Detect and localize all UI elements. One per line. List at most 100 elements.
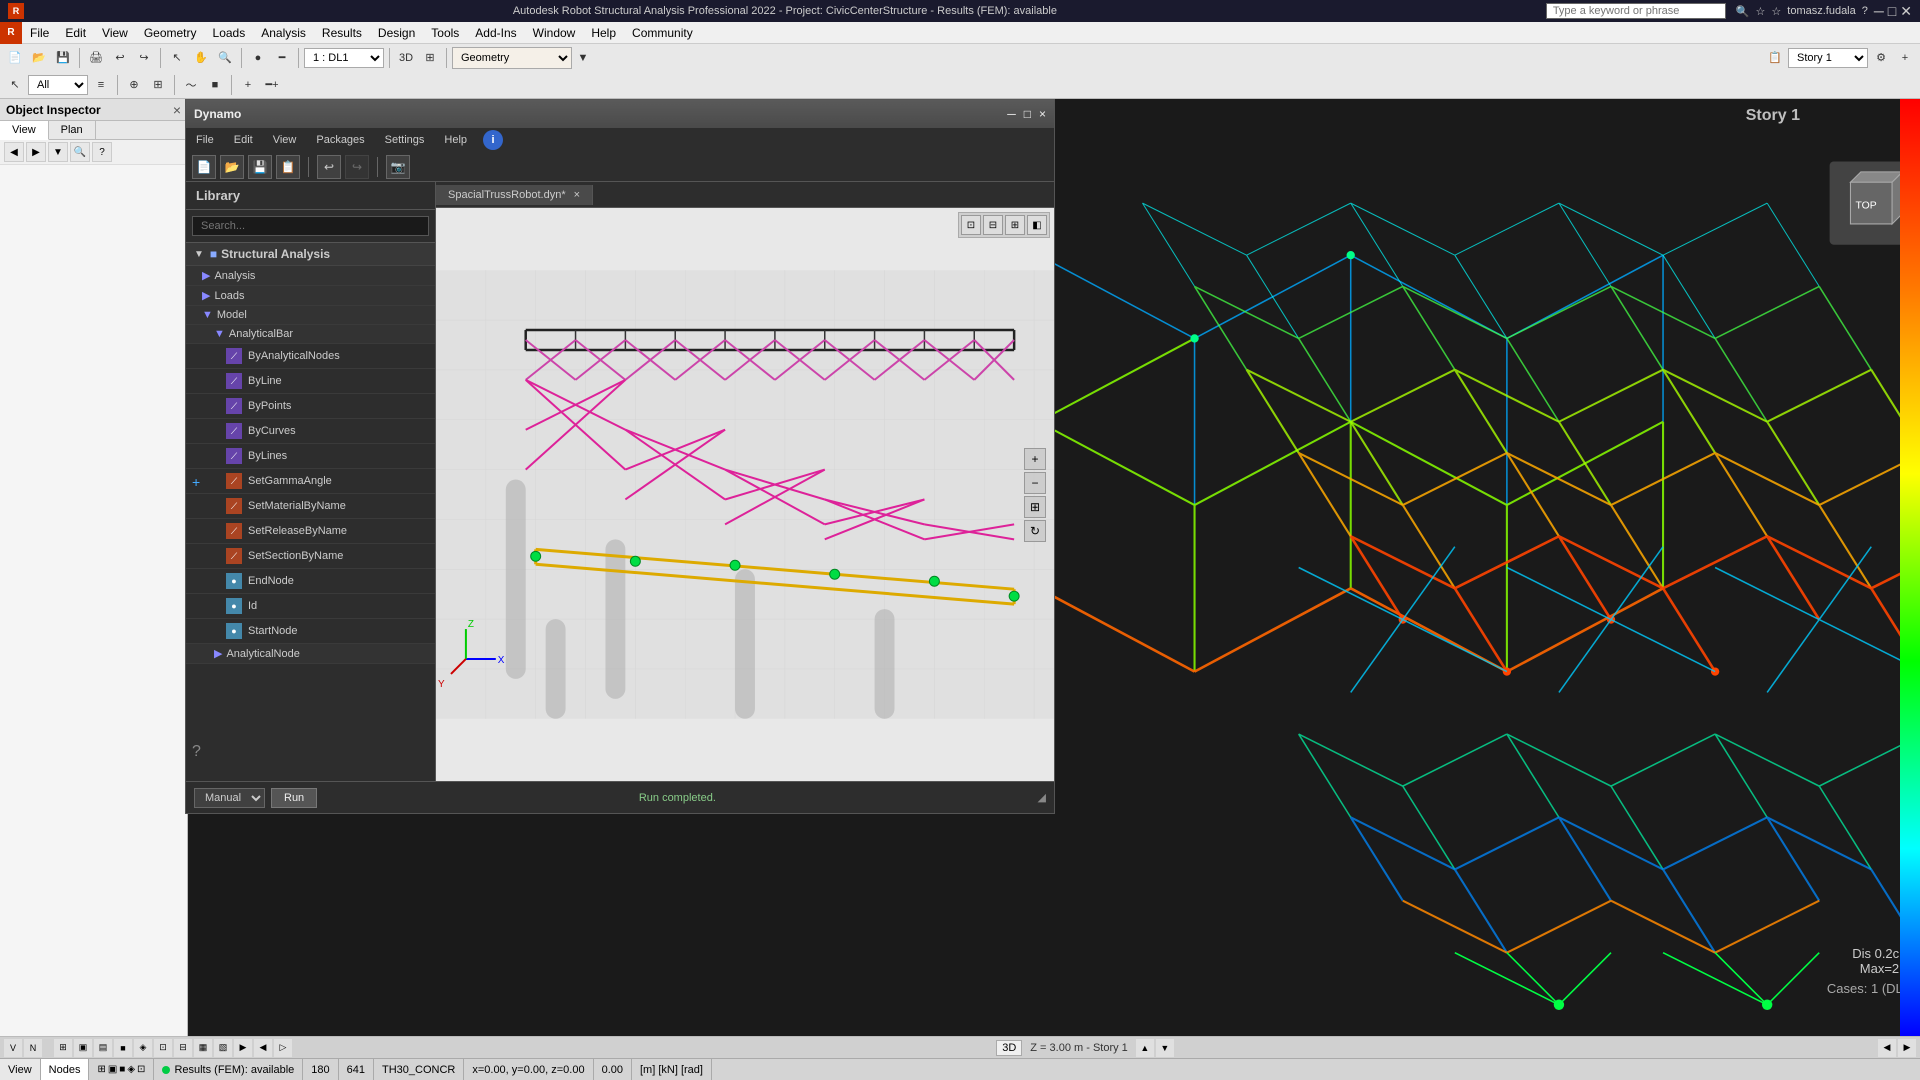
- bt5[interactable]: ◈: [134, 1039, 152, 1057]
- lib-item-bycurves[interactable]: ⟋ ByCurves: [186, 419, 435, 444]
- menu-geometry[interactable]: Geometry: [136, 24, 205, 42]
- view-icon[interactable]: V: [4, 1039, 22, 1057]
- si5[interactable]: ⊡: [137, 1064, 145, 1075]
- nav-up-btn[interactable]: +: [1024, 448, 1046, 470]
- dyn-screenshot-btn[interactable]: 📷: [386, 155, 410, 179]
- bt7[interactable]: ⊟: [174, 1039, 192, 1057]
- dynamo-search-input[interactable]: [192, 216, 429, 236]
- dynamo-tab-file[interactable]: SpacialTrussRobot.dyn* ×: [436, 185, 593, 205]
- nav-rotate-btn[interactable]: ↻: [1024, 520, 1046, 542]
- z-down-btn[interactable]: ▼: [1156, 1039, 1174, 1057]
- lib-item-endnode[interactable]: ● EndNode: [186, 569, 435, 594]
- dyn-undo-btn[interactable]: ↩: [317, 155, 341, 179]
- minimize-btn[interactable]: ─: [1874, 3, 1884, 20]
- menu-addins[interactable]: Add-Ins: [467, 24, 524, 42]
- story-add[interactable]: +: [1894, 47, 1916, 69]
- vp-view2-btn[interactable]: ⊟: [983, 215, 1003, 235]
- dynamo-menu-view[interactable]: View: [263, 132, 307, 148]
- bt9[interactable]: ▧: [214, 1039, 232, 1057]
- run-mode-select[interactable]: Manual: [194, 788, 265, 808]
- insp-prev-btn[interactable]: ◀: [4, 142, 24, 162]
- lib-item-setmat[interactable]: ⟋ SetMaterialByName: [186, 494, 435, 519]
- lib-item-startnode[interactable]: ● StartNode: [186, 619, 435, 644]
- bar-btn[interactable]: ━: [271, 47, 293, 69]
- lib-item-bypoints[interactable]: ⟋ ByPoints: [186, 394, 435, 419]
- story-dropdown[interactable]: Story 1: [1788, 48, 1868, 68]
- select-btn[interactable]: ↖: [166, 47, 188, 69]
- bt3[interactable]: ▤: [94, 1039, 112, 1057]
- case-dropdown[interactable]: 1 : DL1: [304, 48, 384, 68]
- panel-close-btn[interactable]: ×: [173, 102, 181, 118]
- add-bar[interactable]: ━+: [261, 74, 283, 96]
- status-nodes-tab[interactable]: Nodes: [41, 1059, 90, 1080]
- si2[interactable]: ▣: [108, 1064, 117, 1075]
- run-button[interactable]: Run: [271, 788, 317, 808]
- nav-fit-btn[interactable]: ⊞: [1024, 496, 1046, 518]
- resize-handle-dynamo[interactable]: ◢: [1038, 791, 1046, 804]
- vp-grid-btn[interactable]: ⊞: [1005, 215, 1025, 235]
- select-filter-btn[interactable]: ↖: [4, 74, 26, 96]
- select-filter-dropdown[interactable]: All: [28, 75, 88, 95]
- print-btn[interactable]: 🖨: [85, 47, 107, 69]
- search-input[interactable]: [1546, 3, 1726, 19]
- dynamo-maximize[interactable]: □: [1024, 107, 1031, 121]
- dynamo-menu-edit[interactable]: Edit: [224, 132, 263, 148]
- maximize-btn[interactable]: □: [1888, 3, 1896, 20]
- wire-btn[interactable]: ⊞: [419, 47, 441, 69]
- insp-next-btn[interactable]: ▶: [26, 142, 46, 162]
- bt10[interactable]: ▶: [234, 1039, 252, 1057]
- si4[interactable]: ◈: [127, 1064, 135, 1075]
- tab-plan[interactable]: Plan: [49, 121, 96, 139]
- node-btn[interactable]: ●: [247, 47, 269, 69]
- lib-item-bylines[interactable]: ⟋ ByLines: [186, 444, 435, 469]
- story-settings[interactable]: ⚙: [1870, 47, 1892, 69]
- menu-design[interactable]: Design: [370, 24, 423, 42]
- undo-btn[interactable]: ↩: [109, 47, 131, 69]
- menu-analysis[interactable]: Analysis: [253, 24, 314, 42]
- lib-item-byan[interactable]: ⟋ ByAnalyticalNodes: [186, 344, 435, 369]
- nodes-icon[interactable]: N: [24, 1039, 42, 1057]
- tab-view[interactable]: View: [0, 121, 49, 140]
- window-controls[interactable]: ─ □ ✕: [1874, 3, 1912, 20]
- menu-loads[interactable]: Loads: [205, 24, 254, 42]
- dropdown-arrow[interactable]: ▼: [572, 47, 594, 69]
- si3[interactable]: ■: [119, 1064, 125, 1075]
- dynamo-menu-packages[interactable]: Packages: [306, 132, 374, 148]
- grid-btn[interactable]: ⊞: [147, 74, 169, 96]
- menu-help[interactable]: Help: [583, 24, 624, 42]
- bt11[interactable]: ◀: [254, 1039, 272, 1057]
- bt6[interactable]: ⊡: [154, 1039, 172, 1057]
- scroll-right[interactable]: ▶: [1898, 1039, 1916, 1057]
- save-btn[interactable]: 💾: [52, 47, 74, 69]
- dyn-save-btn[interactable]: 💾: [248, 155, 272, 179]
- vp-bg-btn[interactable]: ◧: [1027, 215, 1047, 235]
- bt1[interactable]: ⊞: [54, 1039, 72, 1057]
- add-node[interactable]: +: [237, 74, 259, 96]
- 3d-view-btn[interactable]: 3D: [395, 47, 417, 69]
- lib-analytical-bar[interactable]: ▼ AnalyticalBar: [186, 325, 435, 344]
- close-btn[interactable]: ✕: [1900, 3, 1912, 20]
- redo-btn[interactable]: ↪: [133, 47, 155, 69]
- dyn-redo-btn[interactable]: ↪: [345, 155, 369, 179]
- open-btn[interactable]: 📂: [28, 47, 50, 69]
- insp-help-btn[interactable]: ?: [92, 142, 112, 162]
- menu-results[interactable]: Results: [314, 24, 370, 42]
- nav-down-btn[interactable]: −: [1024, 472, 1046, 494]
- stress-btn[interactable]: ■: [204, 74, 226, 96]
- menu-tools[interactable]: Tools: [423, 24, 467, 42]
- lib-item-setrel[interactable]: ⟋ SetReleaseByName: [186, 519, 435, 544]
- lib-analysis[interactable]: ▶ Analysis: [186, 266, 435, 286]
- dyn-saveas-btn[interactable]: 📋: [276, 155, 300, 179]
- lib-help-btn[interactable]: ?: [192, 743, 201, 761]
- story-icon[interactable]: 📋: [1764, 47, 1786, 69]
- insp-search-btn[interactable]: 🔍: [70, 142, 90, 162]
- bt8[interactable]: ▦: [194, 1039, 212, 1057]
- bt2[interactable]: ▣: [74, 1039, 92, 1057]
- dyn-open-btn[interactable]: 📂: [220, 155, 244, 179]
- si1[interactable]: ⊞: [97, 1064, 105, 1075]
- properties-btn[interactable]: ≡: [90, 74, 112, 96]
- lib-model[interactable]: ▼ Model: [186, 306, 435, 325]
- bt4[interactable]: ■: [114, 1039, 132, 1057]
- lib-structural-analysis[interactable]: ▼ ■ Structural Analysis: [186, 243, 435, 266]
- menu-window[interactable]: Window: [525, 24, 584, 42]
